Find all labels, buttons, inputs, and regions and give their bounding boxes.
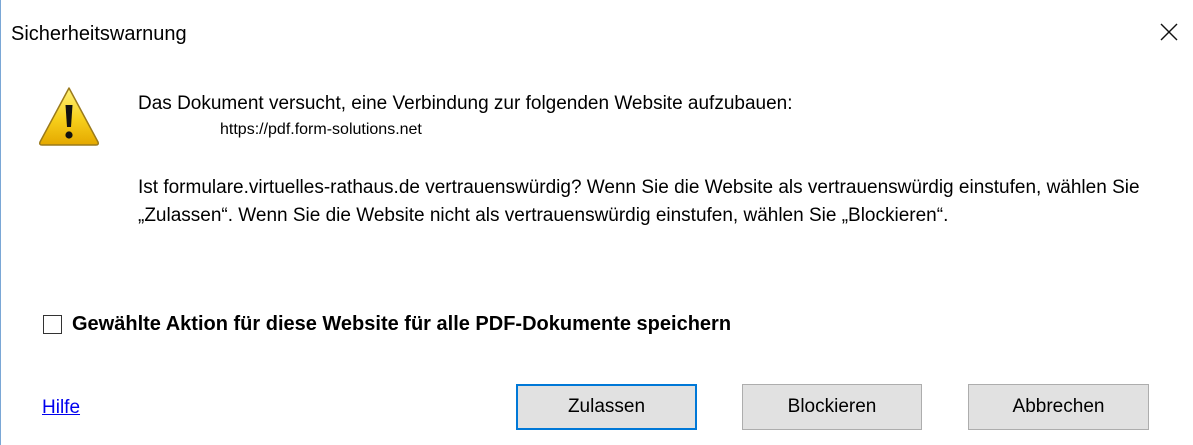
warning-icon — [39, 87, 99, 146]
close-icon — [1160, 23, 1178, 41]
close-button[interactable] — [1147, 10, 1193, 54]
remember-action-label[interactable]: Gewählte Aktion für diese Website für al… — [72, 312, 731, 336]
window-title: Sicherheitswarnung — [11, 23, 187, 45]
trust-question: Ist formulare.virtuelles-rathaus.de vert… — [138, 177, 1140, 226]
title-bar: Sicherheitswarnung — [1, 0, 1193, 64]
allow-button[interactable]: Zulassen — [516, 384, 697, 430]
cancel-button[interactable]: Abbrechen — [968, 384, 1149, 430]
remember-action-option[interactable]: Gewählte Aktion für diese Website für al… — [43, 309, 731, 339]
remember-action-checkbox[interactable] — [43, 314, 62, 334]
target-url: https://pdf.form-solutions.net — [220, 121, 422, 138]
help-link[interactable]: Hilfe — [42, 396, 80, 420]
block-button[interactable]: Blockieren — [742, 384, 922, 430]
security-warning-dialog: Sicherheitswarnung Das Dokument versucht… — [0, 0, 1193, 445]
connection-message: Das Dokument versucht, eine Verbindung z… — [138, 93, 793, 114]
